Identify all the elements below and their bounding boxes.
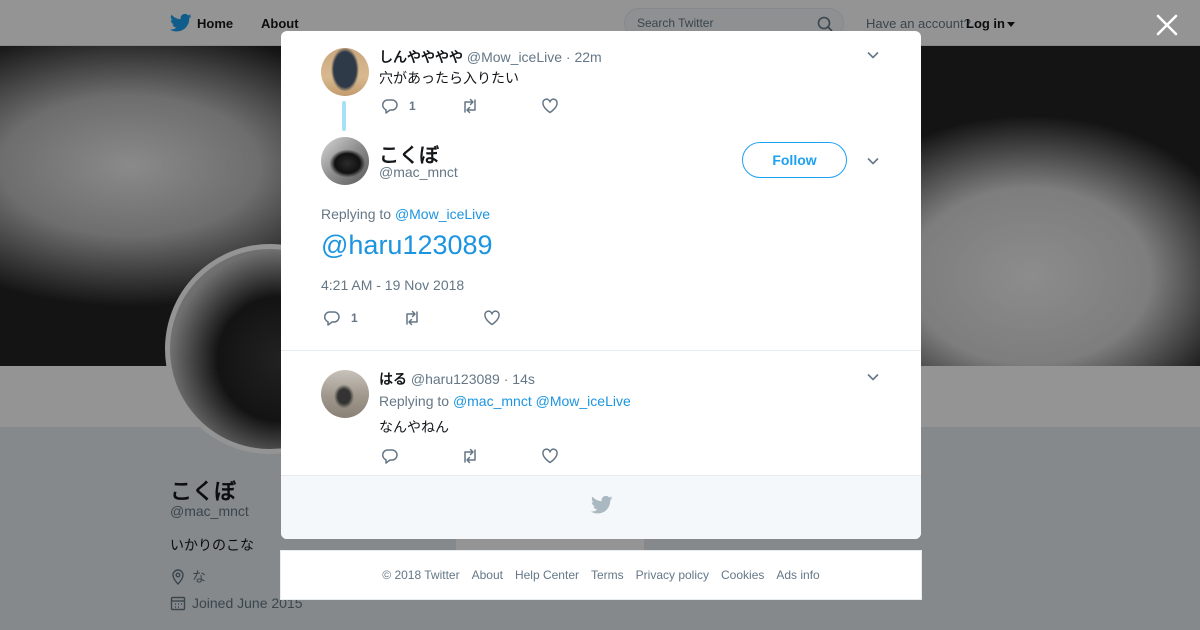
close-icon[interactable] (1154, 12, 1180, 38)
tweet-text: 穴があったら入りたい (379, 70, 519, 86)
tweet-header: はる @haru123089 · 14s (379, 369, 535, 389)
tweet-time[interactable]: · 22m (566, 49, 602, 65)
tweet-timestamp[interactable]: 4:21 AM - 19 Nov 2018 (321, 277, 464, 293)
tweet-time[interactable]: · 14s (504, 371, 535, 387)
chevron-down-icon[interactable] (866, 48, 880, 62)
tweet-author-handle[interactable]: @mac_mnct (379, 164, 458, 180)
retweet-button[interactable] (403, 309, 483, 327)
thread-connector (342, 101, 346, 131)
heart-icon (542, 98, 558, 114)
avatar[interactable] (321, 48, 369, 96)
replying-prefix: Replying to (321, 206, 392, 222)
tweet-author-name[interactable]: しんやややや (379, 49, 463, 65)
replying-to-link[interactable]: @Mow_iceLive (395, 206, 490, 222)
site-footer: © 2018 Twitter About Help Center Terms P… (280, 550, 922, 600)
divider (281, 350, 921, 351)
like-button[interactable] (541, 97, 621, 115)
tweet-actions (381, 447, 621, 465)
replying-prefix: Replying to (379, 393, 450, 409)
footer-link-cookies[interactable]: Cookies (721, 568, 764, 582)
tweet-modal: しんやややや @Mow_iceLive · 22m 穴があったら入りたい 1 こ… (281, 31, 921, 539)
reply-button[interactable] (381, 447, 461, 465)
reply-icon (381, 99, 398, 114)
tweet-actions: 1 (323, 309, 563, 327)
replying-to: Replying to @Mow_iceLive (321, 206, 490, 222)
modal-footer (281, 475, 921, 539)
footer-link-ads-info[interactable]: Ads info (776, 568, 819, 582)
tweet-header: しんやややや @Mow_iceLive · 22m (379, 47, 602, 67)
tweet-text-mention[interactable]: @haru123089 (321, 230, 493, 261)
reply-count: 1 (351, 311, 358, 325)
twitter-bird-icon (591, 495, 613, 514)
replying-to-link[interactable]: @Mow_iceLive (536, 393, 631, 409)
footer-link-help-center[interactable]: Help Center (515, 568, 579, 582)
retweet-icon (406, 310, 418, 326)
heart-icon (542, 448, 558, 464)
tweet-actions: 1 (381, 97, 621, 115)
like-button[interactable] (541, 447, 621, 465)
retweet-icon (464, 98, 476, 114)
tweet-text: なんやねん (379, 419, 449, 435)
tweet-author-handle[interactable]: @haru123089 (411, 371, 500, 387)
reply-count: 1 (409, 99, 416, 113)
heart-icon (484, 310, 500, 326)
tweet-author-name[interactable]: はる (379, 371, 407, 387)
footer-link-terms[interactable]: Terms (591, 568, 624, 582)
follow-button[interactable]: Follow (742, 142, 847, 178)
reply-icon (323, 311, 340, 326)
avatar[interactable] (321, 137, 369, 185)
reply-button[interactable]: 1 (381, 97, 461, 115)
chevron-down-icon[interactable] (866, 370, 880, 384)
replying-to-link[interactable]: @mac_mnct (453, 393, 532, 409)
footer-link-about[interactable]: About (472, 568, 503, 582)
footer-link-privacy[interactable]: Privacy policy (636, 568, 709, 582)
retweet-icon (464, 448, 476, 464)
retweet-button[interactable] (461, 97, 541, 115)
like-button[interactable] (483, 309, 563, 327)
tweet-author-handle[interactable]: @Mow_iceLive (467, 49, 562, 65)
retweet-button[interactable] (461, 447, 541, 465)
avatar[interactable] (321, 370, 369, 418)
replying-to: Replying to @mac_mnct @Mow_iceLive (379, 393, 631, 409)
reply-button[interactable]: 1 (323, 309, 403, 327)
chevron-down-icon[interactable] (866, 154, 880, 168)
reply-icon (381, 449, 398, 464)
footer-copyright: © 2018 Twitter (382, 568, 460, 582)
